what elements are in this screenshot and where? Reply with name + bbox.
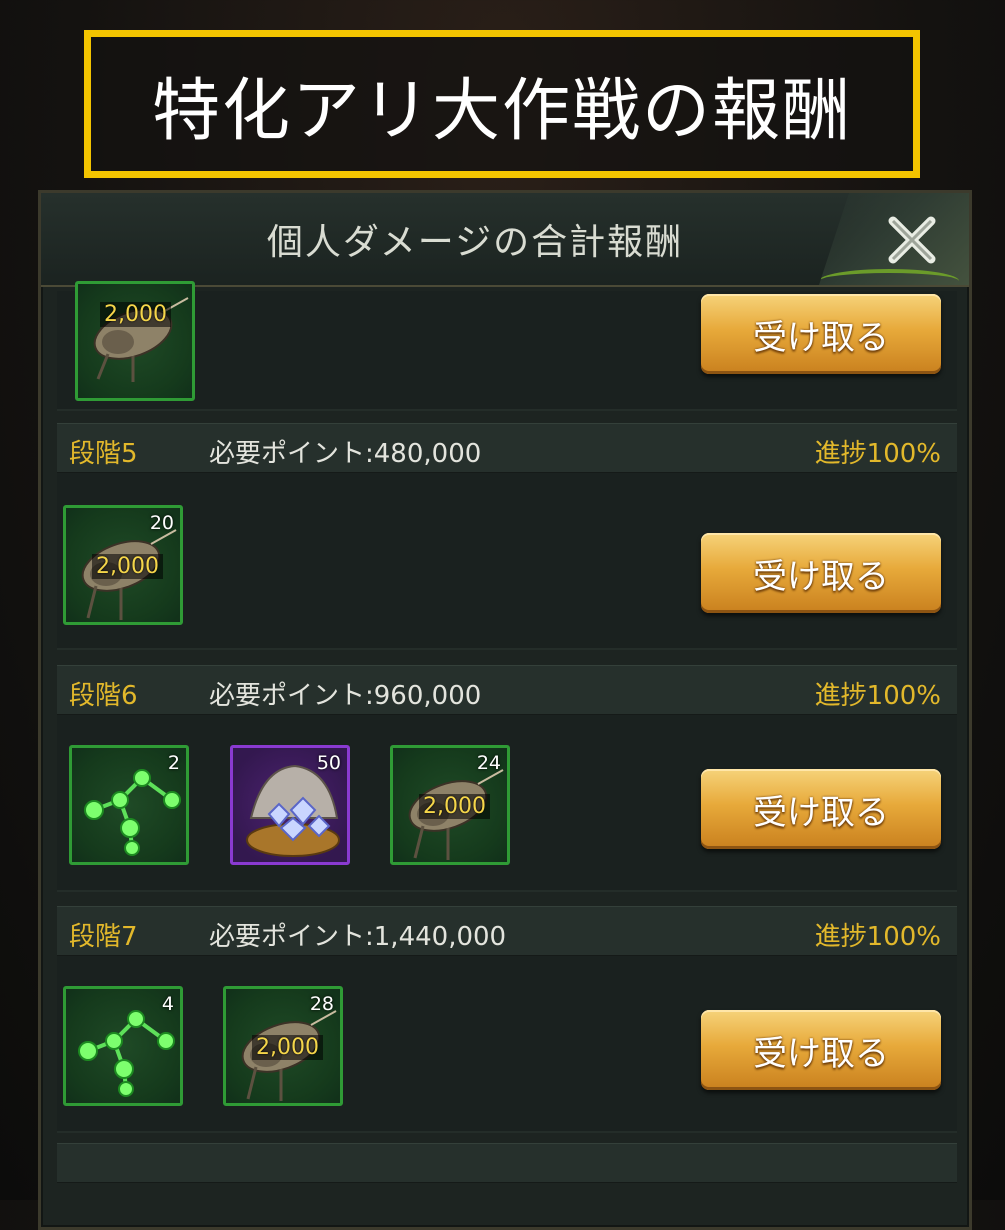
stage-header [57, 1143, 957, 1183]
reward-item-bug[interactable]: 2,000 [75, 281, 195, 401]
reward-item-molecule[interactable]: 2 [69, 745, 189, 865]
item-quantity: 4 [161, 993, 174, 1015]
item-amount: 2,000 [100, 302, 171, 327]
item-quantity: 24 [476, 752, 501, 774]
stage-label: 段階6 [69, 681, 138, 711]
reward-row: 4 28 2,000 受け取る [57, 956, 957, 1133]
progress-text: 進捗100% [814, 439, 941, 469]
claim-button-label: 受け取る [753, 317, 889, 358]
claim-button-label: 受け取る [753, 556, 889, 597]
stage-header: 段階5 必要ポイント:480,000 進捗100% [57, 423, 957, 473]
claim-button[interactable]: 受け取る [701, 1010, 941, 1090]
item-quantity: 2 [167, 752, 180, 774]
close-icon [888, 216, 936, 264]
claim-button[interactable]: 受け取る [701, 769, 941, 849]
reward-row: 2 50 24 2,000 受け取る [57, 715, 957, 892]
item-quantity: 20 [149, 512, 174, 534]
required-points: 必要ポイント:480,000 [209, 439, 482, 469]
item-amount: 2,000 [92, 554, 163, 579]
panel-title: 個人ダメージの合計報酬 [266, 222, 684, 263]
rewards-panel: 個人ダメージの合計報酬 2,000 受け取る 段階5 必要ポイント:480,00… [38, 190, 972, 1230]
reward-item-bug[interactable]: 24 2,000 [390, 745, 510, 865]
item-quantity: 28 [309, 993, 334, 1015]
claim-button[interactable]: 受け取る [701, 294, 941, 374]
panel-header: 個人ダメージの合計報酬 [41, 193, 969, 287]
close-button[interactable] [883, 211, 941, 269]
reward-row: 2,000 受け取る [57, 281, 957, 411]
reward-row: 20 2,000 受け取る [57, 473, 957, 650]
stage-header: 段階6 必要ポイント:960,000 進捗100% [57, 665, 957, 715]
banner-title: 特化アリ大作戦の報酬 [151, 71, 852, 151]
stage-header: 段階7 必要ポイント:1,440,000 進捗100% [57, 906, 957, 956]
claim-button-label: 受け取る [753, 792, 889, 833]
claim-button[interactable]: 受け取る [701, 533, 941, 613]
item-quantity: 50 [316, 752, 341, 774]
progress-text: 進捗100% [814, 922, 941, 952]
title-banner: 特化アリ大作戦の報酬 [84, 30, 920, 178]
claim-button-label: 受け取る [753, 1033, 889, 1074]
item-amount: 2,000 [419, 794, 490, 819]
item-amount: 2,000 [252, 1035, 323, 1060]
reward-item-gem-chest[interactable]: 50 [230, 745, 350, 865]
reward-item-molecule[interactable]: 4 [63, 986, 183, 1106]
stage-label: 段階5 [69, 439, 138, 469]
required-points: 必要ポイント:960,000 [209, 681, 482, 711]
required-points: 必要ポイント:1,440,000 [209, 922, 507, 952]
stage-label: 段階7 [69, 922, 138, 952]
reward-item-bug[interactable]: 20 2,000 [63, 505, 183, 625]
reward-item-bug[interactable]: 28 2,000 [223, 986, 343, 1106]
progress-text: 進捗100% [814, 681, 941, 711]
